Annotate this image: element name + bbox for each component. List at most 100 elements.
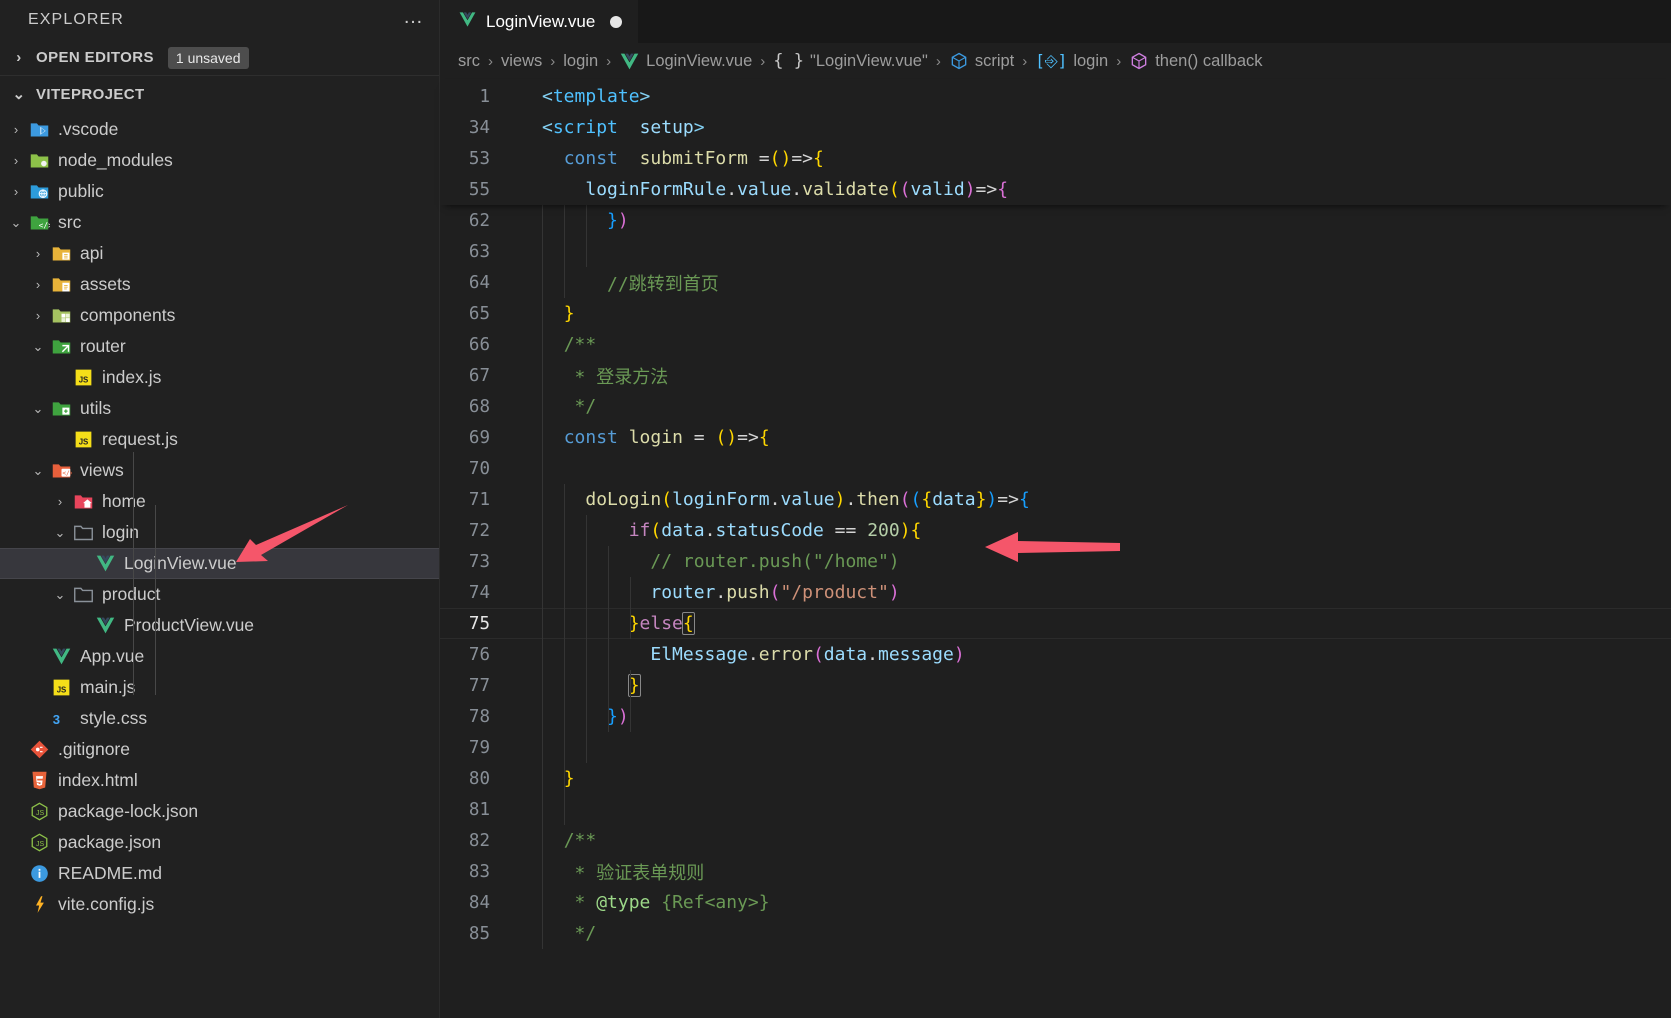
code-line-1[interactable]: 1 <template> <box>440 81 1671 112</box>
section-project-root[interactable]: ⌄ VITEPROJECT <box>0 76 439 112</box>
chevron-right-icon[interactable]: › <box>28 277 48 292</box>
tree-folder-views[interactable]: ⌄ </> views <box>0 455 439 486</box>
tree-folder-product[interactable]: ⌄ product <box>0 579 439 610</box>
tree-item-label: README.md <box>58 863 163 883</box>
tree-file-index.js[interactable]: JS index.js <box>0 362 439 393</box>
tree-folder-api[interactable]: › api <box>0 238 439 269</box>
tree-item-label: index.html <box>58 770 138 790</box>
tree-file-README.md[interactable]: README.md <box>0 858 439 889</box>
code-line-71[interactable]: 71 doLogin(loginForm.value).then(({data}… <box>440 484 1671 515</box>
chevron-down-icon[interactable]: ⌄ <box>8 85 30 103</box>
line-number: 34 <box>468 117 490 138</box>
code-line-55[interactable]: 55 loginFormRule.value.validate((valid)=… <box>440 174 1671 205</box>
tree-file-LoginView.vue[interactable]: LoginView.vue <box>0 548 439 579</box>
code-line-81[interactable]: 81 <box>440 794 1671 825</box>
chevron-down-icon[interactable]: ⌄ <box>28 401 48 417</box>
breadcrumb-item-then-callback[interactable]: then() callback <box>1129 51 1263 71</box>
code-line-69[interactable]: 69 const login = ()=>{ <box>440 422 1671 453</box>
js-file-icon: JS <box>48 677 74 698</box>
chevron-down-icon[interactable]: ⌄ <box>50 525 70 541</box>
tree-folder-components[interactable]: › components <box>0 300 439 331</box>
unsaved-indicator-icon[interactable] <box>610 16 623 28</box>
chevron-down-icon[interactable]: ⌄ <box>28 463 48 479</box>
code-line-65[interactable]: 65 } <box>440 298 1671 329</box>
tree-folder-router[interactable]: ⌄ router <box>0 331 439 362</box>
tree-folder-login[interactable]: ⌄ login <box>0 517 439 548</box>
code-line-34[interactable]: 34 <script setup> <box>440 112 1671 143</box>
code-line-67[interactable]: 67 * 登录方法 <box>440 360 1671 391</box>
code-line-76[interactable]: 76 ElMessage.error(data.message) <box>440 639 1671 670</box>
breadcrumb-item-src[interactable]: src <box>458 52 480 71</box>
tree-folder-src[interactable]: ⌄ </> src <box>0 207 439 238</box>
tree-file-.gitignore[interactable]: .gitignore <box>0 734 439 765</box>
npm-file-icon: JS <box>26 832 52 853</box>
tree-file-request.js[interactable]: JS request.js <box>0 424 439 455</box>
breadcrumb-item-login[interactable]: login <box>563 52 598 71</box>
vue-file-icon <box>92 615 118 636</box>
code-line-64[interactable]: 64 //跳转到首页 <box>440 267 1671 298</box>
project-root-label: VITEPROJECT <box>36 85 145 103</box>
code-line-73[interactable]: 73 // router.push("/home") <box>440 546 1671 577</box>
code-line-63[interactable]: 63 <box>440 236 1671 267</box>
code-line-77[interactable]: 77 } <box>440 670 1671 701</box>
tree-file-index.html[interactable]: index.html <box>0 765 439 796</box>
code-text: * @type {Ref<any>} <box>574 892 770 913</box>
line-number: 64 <box>468 272 490 293</box>
tree-indent-guide <box>155 505 156 695</box>
chevron-right-icon[interactable]: › <box>28 246 48 261</box>
tree-folder-node_modules[interactable]: › node_modules <box>0 145 439 176</box>
tree-file-vite.config.js[interactable]: vite.config.js <box>0 889 439 920</box>
breadcrumb-item-loginview-vue[interactable]: LoginView.vue <box>619 51 752 72</box>
code-line-68[interactable]: 68 */ <box>440 391 1671 422</box>
chevron-down-icon[interactable]: ⌄ <box>28 339 48 355</box>
code-line-66[interactable]: 66 /** <box>440 329 1671 360</box>
code-line-78[interactable]: 78 }) <box>440 701 1671 732</box>
code-line-53[interactable]: 53 const submitForm =()=>{ <box>440 143 1671 174</box>
code-line-75[interactable]: 75 }else{ <box>440 608 1671 639</box>
tree-file-package.json[interactable]: JS package.json <box>0 827 439 858</box>
code-line-80[interactable]: 80 } <box>440 763 1671 794</box>
js-file-icon: JS <box>70 367 96 388</box>
breadcrumb-label: login <box>563 51 599 70</box>
code-line-79[interactable]: 79 <box>440 732 1671 763</box>
chevron-right-icon[interactable]: › <box>6 153 26 168</box>
chevron-down-icon[interactable]: ⌄ <box>6 215 26 231</box>
tree-file-ProductView.vue[interactable]: ProductView.vue <box>0 610 439 641</box>
code-line-82[interactable]: 82 /** <box>440 825 1671 856</box>
folder-views-icon: </> <box>48 460 74 481</box>
variable-icon: [⎆] <box>1035 51 1068 70</box>
chevron-right-icon[interactable]: › <box>28 308 48 323</box>
breadcrumb-item-views[interactable]: views <box>501 52 542 71</box>
code-text: } <box>563 768 575 789</box>
code-line-84[interactable]: 84 * @type {Ref<any>} <box>440 887 1671 918</box>
code-line-85[interactable]: 85 */ <box>440 918 1671 949</box>
tree-file-style.css[interactable]: 3 style.css <box>0 703 439 734</box>
breadcrumb-item-login[interactable]: [⎆] login <box>1035 51 1108 71</box>
chevron-right-icon[interactable]: › <box>8 49 30 66</box>
chevron-right-icon[interactable]: › <box>6 184 26 199</box>
tree-file-main.js[interactable]: JS main.js <box>0 672 439 703</box>
tree-folder-home[interactable]: › home <box>0 486 439 517</box>
tree-file-App.vue[interactable]: App.vue <box>0 641 439 672</box>
line-number: 80 <box>468 768 490 789</box>
breadcrumb-item-script[interactable]: script <box>949 51 1014 71</box>
tree-file-package-lock.json[interactable]: JS package-lock.json <box>0 796 439 827</box>
code-line-74[interactable]: 74 router.push("/product") <box>440 577 1671 608</box>
code-line-62[interactable]: 62 }) <box>440 205 1671 236</box>
breadcrumb-item-loginview-vue[interactable]: { } "LoginView.vue" <box>773 51 928 71</box>
chevron-down-icon[interactable]: ⌄ <box>50 587 70 603</box>
tree-folder-utils[interactable]: ⌄ utils <box>0 393 439 424</box>
more-actions-icon[interactable]: … <box>403 7 425 28</box>
unsaved-badge: 1 unsaved <box>167 46 249 69</box>
chevron-right-icon[interactable]: › <box>6 122 26 137</box>
code-lines[interactable]: 62 }) 63 64 //跳转到首页 65 } 66 /** 67 * 登录方法 68 *… <box>440 205 1671 949</box>
tree-folder-public[interactable]: › public <box>0 176 439 207</box>
section-open-editors[interactable]: › OPEN EDITORS 1 unsaved <box>0 40 439 76</box>
code-line-72[interactable]: 72 if(data.statusCode == 200){ <box>440 515 1671 546</box>
chevron-right-icon[interactable]: › <box>50 494 70 509</box>
tree-folder-assets[interactable]: › assets <box>0 269 439 300</box>
tree-folder-.vscode[interactable]: › .vscode <box>0 114 439 145</box>
code-line-83[interactable]: 83 * 验证表单规则 <box>440 856 1671 887</box>
code-line-70[interactable]: 70 <box>440 453 1671 484</box>
tab-loginview-vue[interactable]: LoginView.vue <box>440 0 639 43</box>
